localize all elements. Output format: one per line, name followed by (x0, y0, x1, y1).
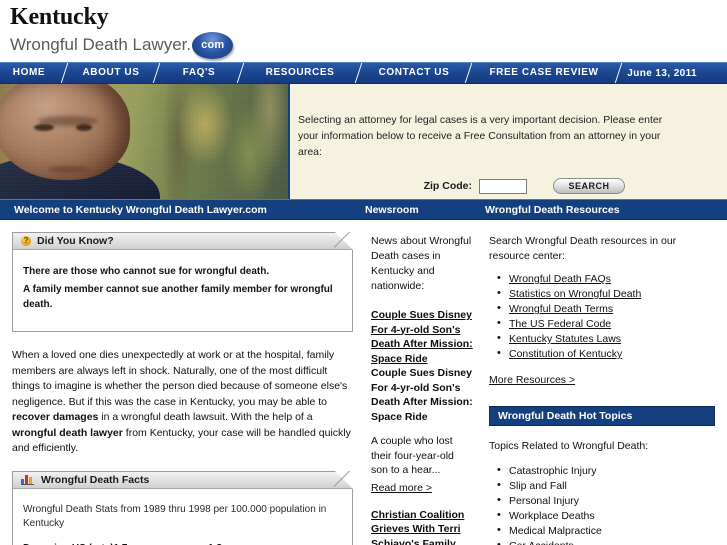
more-resources-link[interactable]: More Resources > (489, 374, 575, 386)
hot-topics-header: Wrongful Death Hot Topics (489, 406, 715, 426)
did-you-know-title: Did You Know? (37, 235, 114, 247)
resource-link-federal-code[interactable]: The US Federal Code (509, 318, 611, 330)
list-item: Wrongful Death FAQs (497, 271, 715, 287)
content-columns: ? Did You Know? There are those who cann… (0, 220, 727, 545)
nav-item-about-us[interactable]: ABOUT US (72, 63, 150, 83)
zip-code-input[interactable] (479, 178, 527, 194)
wrongful-death-facts-box: Wrongful Death Facts Wrongful Death Stat… (12, 470, 353, 545)
main-copy-part1: When a loved one dies unexpectedly at wo… (12, 349, 348, 408)
consultation-intro-text: Selecting an attorney for legal cases is… (298, 114, 663, 158)
resource-link-statutes[interactable]: Kentucky Statutes Laws (509, 333, 621, 345)
facts-note: Wrongful Death Stats from 1989 thru 1998… (23, 503, 327, 529)
did-you-know-line-1: There are those who cannot sue for wrong… (23, 266, 270, 277)
list-item[interactable]: Car Accidents (497, 538, 715, 545)
main-article-paragraph: When a loved one dies unexpectedly at wo… (12, 348, 353, 457)
nav-item-home[interactable]: HOME (0, 63, 58, 83)
main-copy-part2: in a wrongful death lawsuit. With the he… (98, 411, 313, 423)
column-resources: Search Wrongful Death resources in our r… (485, 220, 727, 545)
facts-body: Wrongful Death Stats from 1989 thru 1998… (13, 489, 352, 545)
nav-separator-icon (612, 63, 626, 83)
site-header: Kentucky Wrongful Death Lawyer. com (0, 0, 727, 62)
nav-item-contact-us[interactable]: CONTACT US (366, 63, 462, 83)
hot-topics-title: Wrongful Death Hot Topics (498, 410, 633, 422)
consultation-form: Selecting an attorney for legal cases is… (288, 84, 727, 199)
bar-chart-icon (21, 474, 35, 485)
site-title-tagline: Wrongful Death Lawyer. com (10, 32, 727, 59)
news-headline-link-2[interactable]: Christian Coalition Grieves With Terri S… (371, 508, 473, 545)
nav-item-free-case-review[interactable]: FREE CASE REVIEW (476, 63, 612, 83)
zip-search-row: Zip Code: SEARCH (298, 178, 703, 194)
nav-separator-icon (462, 63, 476, 83)
facts-title: Wrongful Death Facts (41, 473, 150, 486)
nav-separator-icon (352, 63, 366, 83)
resource-link-constitution[interactable]: Constitution of Kentucky (509, 348, 622, 360)
resource-link-statistics[interactable]: Statistics on Wrongful Death (509, 288, 641, 300)
list-item[interactable]: Medical Malpractice (497, 523, 715, 539)
nav-separator-icon (150, 63, 164, 83)
question-mark-icon: ? (21, 236, 31, 246)
nav-date: June 13, 2011 (627, 67, 697, 79)
hot-topics-intro: Topics Related to Wrongful Death: (489, 440, 649, 452)
column-main: ? Did You Know? There are those who cann… (0, 220, 365, 545)
list-item[interactable]: Catastrophic Injury (497, 463, 715, 479)
facts-header: Wrongful Death Facts (13, 471, 352, 489)
search-button[interactable]: SEARCH (553, 178, 625, 194)
did-you-know-line-2: A family member cannot sue another famil… (23, 284, 333, 310)
news-spacer (371, 496, 473, 508)
site-title-text: Wrongful Death Lawyer. (10, 35, 192, 54)
list-item[interactable]: Slip and Fall (497, 478, 715, 494)
com-badge: com (192, 32, 234, 59)
facts-row-label: Drowning US (rate)1.7 (23, 541, 208, 545)
newsroom-intro: News about Wrongful Death cases in Kentu… (371, 235, 472, 292)
news-headline-plain-1: Couple Sues Disney For 4-yr-old Son's De… (371, 367, 473, 423)
table-row: Drowning US (rate)1.7 1.8 (23, 541, 342, 545)
main-copy-bold2: wrongful death lawyer (12, 426, 123, 439)
resources-link-list: Wrongful Death FAQs Statistics on Wrongf… (489, 271, 715, 362)
list-item: Wrongful Death Terms (497, 301, 715, 317)
section-bar-resources: Wrongful Death Resources (485, 203, 620, 216)
list-item[interactable]: Workplace Deaths (497, 508, 715, 524)
list-item: Kentucky Statutes Laws (497, 331, 715, 347)
content-section-bar: Welcome to Kentucky Wrongful Death Lawye… (0, 199, 727, 220)
section-bar-welcome: Welcome to Kentucky Wrongful Death Lawye… (14, 203, 267, 216)
news-blurb-1: A couple who lost their four-year-old so… (371, 435, 454, 476)
nav-item-resources[interactable]: RESOURCES (248, 63, 352, 83)
resource-link-terms[interactable]: Wrongful Death Terms (509, 303, 613, 315)
list-item: The US Federal Code (497, 316, 715, 332)
did-you-know-box: ? Did You Know? There are those who cann… (12, 232, 353, 332)
nav-item-faqs[interactable]: FAQ'S (164, 63, 234, 83)
page-root: Kentucky Wrongful Death Lawyer. com HOME … (0, 0, 727, 545)
resource-link-faqs[interactable]: Wrongful Death FAQs (509, 273, 611, 285)
hero-photo-elderly-man (0, 84, 288, 199)
did-you-know-header: ? Did You Know? (13, 233, 352, 250)
resources-intro: Search Wrongful Death resources in our r… (489, 235, 677, 262)
main-navigation: HOME ABOUT US FAQ'S RESOURCES CONTACT US… (0, 62, 727, 84)
zip-code-label: Zip Code: (423, 180, 472, 192)
nav-separator-icon (58, 63, 72, 83)
column-newsroom: News about Wrongful Death cases in Kentu… (365, 220, 485, 545)
nav-separator-icon (234, 63, 248, 83)
news-headline-link-1[interactable]: Couple Sues Disney For 4-yr-old Son's De… (371, 308, 473, 366)
list-item[interactable]: Personal Injury (497, 493, 715, 509)
read-more-link-1[interactable]: Read more > (371, 482, 432, 494)
section-bar-newsroom: Newsroom (365, 203, 419, 216)
hero-banner: Selecting an attorney for legal cases is… (0, 84, 727, 199)
list-item: Statistics on Wrongful Death (497, 286, 715, 302)
hot-topics-list: Catastrophic Injury Slip and Fall Person… (489, 463, 715, 545)
did-you-know-body: There are those who cannot sue for wrong… (13, 250, 352, 331)
site-title-state: Kentucky (10, 4, 109, 30)
facts-row-value: 1.8 (208, 541, 222, 545)
list-item: Constitution of Kentucky (497, 346, 715, 362)
hero-photo-grain (0, 84, 288, 199)
main-copy-bold1: recover damages (12, 411, 99, 423)
